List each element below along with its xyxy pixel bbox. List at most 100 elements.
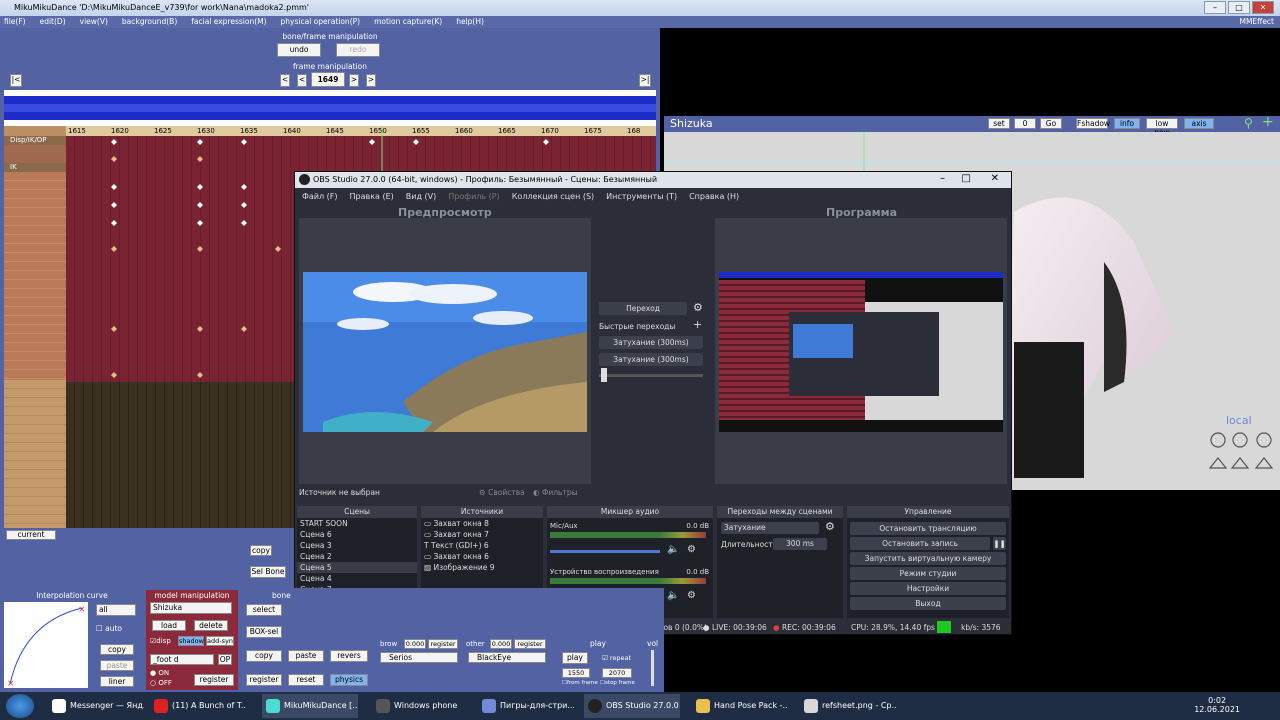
low-pow-button[interactable]: low pow xyxy=(1146,118,1178,137)
menu-motion[interactable]: motion capture(K) xyxy=(374,16,442,28)
menu-background[interactable]: background(B) xyxy=(122,16,177,28)
source-item[interactable]: T Текст (GDI+) 6 xyxy=(421,540,543,551)
obs-close-icon[interactable]: ✕ xyxy=(991,173,999,184)
close-icon[interactable]: ✕ xyxy=(1252,1,1274,14)
taskbar-yandex[interactable]: Messenger — Янд... xyxy=(48,694,144,718)
frame-number-input[interactable]: 1649 xyxy=(311,72,345,87)
undo-button[interactable]: undo xyxy=(277,43,321,57)
bone-paste-button[interactable]: paste xyxy=(288,650,324,662)
source-item[interactable]: ▭ Захват окна 6 xyxy=(421,551,543,562)
brow-select[interactable]: Serios xyxy=(380,652,458,663)
obs-minimize-icon[interactable]: – xyxy=(940,173,945,184)
on-radio[interactable]: ● ON xyxy=(150,669,169,677)
track-current[interactable]: current xyxy=(6,530,56,540)
tbar-handle[interactable] xyxy=(601,368,607,382)
last-frame-button[interactable]: >| xyxy=(639,74,651,87)
prev-key-button[interactable]: < xyxy=(280,74,290,87)
redo-button[interactable]: redo xyxy=(336,43,380,57)
other-register-button[interactable]: register xyxy=(514,639,546,649)
taskbar-youtube[interactable]: (11) A Bunch of T... xyxy=(150,694,246,718)
transition-gear-icon[interactable]: ⚙ xyxy=(825,520,835,533)
device-mute-icon[interactable]: 🔈 xyxy=(667,590,679,601)
load-button[interactable]: load xyxy=(152,620,186,631)
stop-frame-checkbox[interactable]: ☐stop frame xyxy=(600,680,635,686)
mic-volume-slider[interactable] xyxy=(550,550,660,553)
maximize-icon[interactable]: □ xyxy=(1228,1,1250,14)
mic-mute-icon[interactable]: 🔈 xyxy=(667,544,679,555)
search-icon[interactable]: ⚲ xyxy=(1244,116,1253,130)
info-button[interactable]: info xyxy=(1114,118,1140,129)
shadow-button[interactable]: shadow xyxy=(178,636,204,646)
interpolation-curve[interactable]: × × xyxy=(4,602,88,688)
duration-input[interactable]: 300 ms xyxy=(773,538,827,550)
prev-frame-button[interactable]: < xyxy=(297,74,307,87)
interp-paste-button[interactable]: paste xyxy=(100,660,134,671)
taskbar-windows-phone[interactable]: Windows phone xyxy=(372,694,462,718)
quick-fade-1[interactable]: Затухание (300ms) xyxy=(599,336,703,349)
mic-gear-icon[interactable]: ⚙ xyxy=(687,544,696,555)
properties-button[interactable]: ⚙ Свойства xyxy=(479,488,525,497)
interp-select[interactable]: all xyxy=(96,604,136,616)
menu-physical[interactable]: physical operation(P) xyxy=(281,16,361,28)
revers-button[interactable]: revers xyxy=(330,650,368,662)
tbar-track[interactable] xyxy=(599,374,703,377)
bone-register-button[interactable]: register xyxy=(246,674,282,686)
off-radio[interactable]: ○ OFF xyxy=(150,679,172,687)
stop-stream-button[interactable]: Остановить трансляцию xyxy=(850,522,1006,535)
menu-facial[interactable]: facial expression(M) xyxy=(191,16,266,28)
taskbar-mmd[interactable]: MikuMikuDance [... xyxy=(262,694,358,718)
obs-menu-edit[interactable]: Правка (E) xyxy=(350,188,394,206)
quick-fade-2[interactable]: Затухание (300ms) xyxy=(599,353,703,366)
brow-register-button[interactable]: register xyxy=(428,639,458,649)
disp-checkbox[interactable]: ☑disp xyxy=(150,637,171,645)
next-frame-button[interactable]: > xyxy=(349,74,359,87)
add-quick-transition-icon[interactable]: + xyxy=(693,318,702,331)
model-register-button[interactable]: register xyxy=(194,674,234,686)
taskbar-discord[interactable]: Пигры-для-стри... xyxy=(478,694,574,718)
minimize-icon[interactable]: – xyxy=(1204,1,1226,14)
settings-button[interactable]: Настройки xyxy=(850,582,1006,595)
scene-item[interactable]: Сцена 3 xyxy=(297,540,417,551)
scene-item[interactable]: Сцена 6 xyxy=(297,529,417,540)
source-item[interactable]: ▨ Изображение 9 xyxy=(421,562,543,573)
auto-checkbox[interactable]: ☐ auto xyxy=(96,624,122,633)
box-sel-button[interactable]: BOX-sel xyxy=(246,626,282,638)
menu-mmeffect[interactable]: MMEffect xyxy=(1239,16,1274,28)
source-item[interactable]: ▭ Захват окна 8 xyxy=(421,518,543,529)
obs-maximize-icon[interactable]: □ xyxy=(962,173,971,184)
obs-menu-view[interactable]: Вид (V) xyxy=(406,188,436,206)
repeat-checkbox[interactable]: ☑ repeat xyxy=(602,654,631,662)
set-button[interactable]: set xyxy=(988,118,1010,129)
transition-settings-gear-icon[interactable]: ⚙ xyxy=(693,301,703,314)
other-value-input[interactable]: 0.000 xyxy=(490,639,512,649)
scene-item[interactable]: Сцена 2 xyxy=(297,551,417,562)
add-syn-button[interactable]: add-syn xyxy=(206,636,234,646)
exit-button[interactable]: Выход xyxy=(850,597,1006,610)
menu-file[interactable]: file(F) xyxy=(4,16,26,28)
physics-button[interactable]: physics xyxy=(330,674,368,686)
model-select[interactable]: Shizuka xyxy=(150,602,232,614)
liner-button[interactable]: liner xyxy=(100,676,134,687)
preview-area[interactable] xyxy=(299,218,591,484)
menu-help[interactable]: help(H) xyxy=(456,16,484,28)
obs-menu-help[interactable]: Справка (H) xyxy=(689,188,739,206)
fshadow-button[interactable]: Fshadow xyxy=(1076,118,1110,129)
from-frame-checkbox[interactable]: ☐from frame xyxy=(562,680,598,686)
studio-mode-button[interactable]: Режим студии xyxy=(850,567,1006,580)
obs-menu-profile[interactable]: Профиль (P) xyxy=(448,188,499,206)
menu-view[interactable]: view(V) xyxy=(80,16,108,28)
obs-menu-file[interactable]: Файл (F) xyxy=(302,188,338,206)
taskbar-folder[interactable]: Hand Pose Pack -... xyxy=(692,694,788,718)
other-select[interactable]: BlackEye xyxy=(468,652,546,663)
play-button[interactable]: play xyxy=(562,652,588,664)
timeline-copy-button[interactable]: copy xyxy=(250,545,272,556)
go-button[interactable]: Go xyxy=(1040,118,1062,129)
source-item[interactable]: ▭ Захват окна 7 xyxy=(421,529,543,540)
start-icon[interactable] xyxy=(6,694,34,718)
track-disp-ik-op[interactable]: Disp/IK/OP xyxy=(4,136,66,145)
menu-edit[interactable]: edit(D) xyxy=(40,16,66,28)
axis-button[interactable]: axis xyxy=(1184,118,1214,129)
brow-value-input[interactable]: 0.000 xyxy=(404,639,426,649)
bone-copy-button[interactable]: copy xyxy=(246,650,282,662)
interp-copy-button[interactable]: copy xyxy=(100,644,134,655)
